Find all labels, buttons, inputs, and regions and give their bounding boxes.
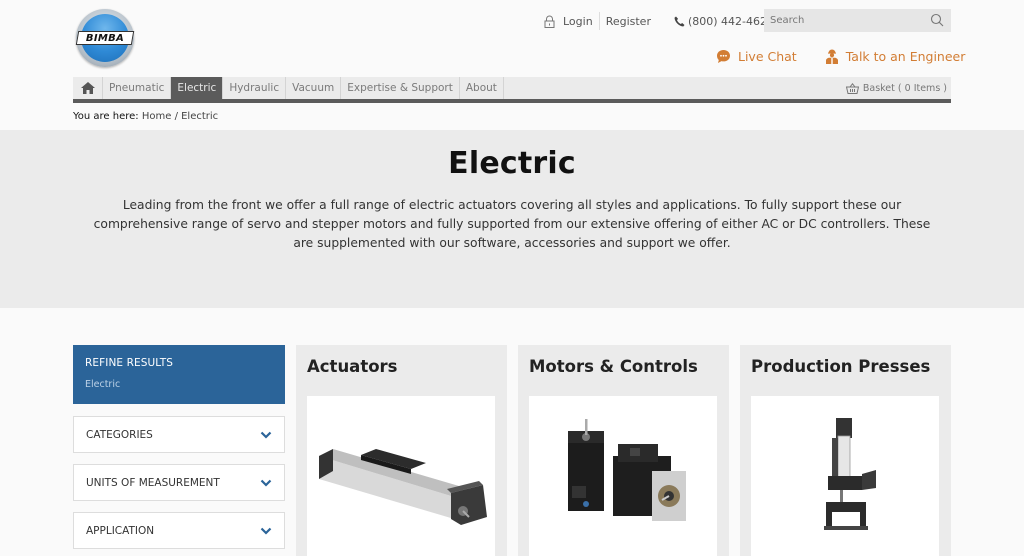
refine-title: REFINE RESULTS: [85, 357, 174, 369]
logo-circle: BIMBA: [75, 14, 135, 62]
engineer-icon: [825, 49, 838, 64]
card-title: Motors & Controls: [529, 357, 698, 376]
nav-tab-electric[interactable]: Electric: [171, 77, 224, 99]
basket-label: Basket ( 0 Items ): [862, 82, 947, 94]
logo-text: BIMBA: [85, 32, 125, 44]
category-card-motors-controls[interactable]: Motors & Controls: [518, 345, 729, 556]
help-links: Live Chat Talk to an Engineer: [716, 48, 965, 64]
search-icon[interactable]: [930, 13, 944, 27]
register-link[interactable]: Register: [606, 15, 651, 28]
login-link[interactable]: Login: [563, 15, 593, 28]
card-title: Actuators: [307, 357, 398, 376]
utility-bar: Login Register (800) 442-4622: [544, 12, 774, 30]
main-nav: Pneumatic Electric Hydraulic Vacuum Expe…: [73, 77, 951, 99]
lock-icon: [544, 15, 555, 28]
bimba-logo[interactable]: BIMBA: [75, 9, 135, 67]
basket-icon: [845, 82, 859, 94]
chat-bubble-icon: [717, 49, 730, 63]
search-input[interactable]: [770, 15, 920, 26]
servo-motors-image[interactable]: [529, 396, 717, 556]
filter-label: APPLICATION: [86, 524, 155, 537]
chevron-down-icon: [260, 527, 272, 535]
chevron-down-icon: [260, 479, 272, 487]
chevron-down-icon: [260, 431, 272, 439]
nav-home[interactable]: [73, 77, 103, 99]
nav-tab-hydraulic[interactable]: Hydraulic: [223, 77, 287, 99]
nav-underline: [73, 99, 951, 103]
filter-label: CATEGORIES: [86, 428, 153, 441]
filter-application[interactable]: APPLICATION: [73, 512, 285, 549]
breadcrumb-path[interactable]: Home / Electric: [142, 111, 218, 122]
hero-section: Electric Leading from the front we offer…: [0, 130, 1024, 308]
talk-engineer-link[interactable]: Talk to an Engineer: [825, 48, 966, 64]
breadcrumb: You are here: Home / Electric: [73, 111, 218, 122]
basket-link[interactable]: Basket ( 0 Items ): [845, 77, 951, 99]
refine-subtitle: Electric: [85, 379, 121, 390]
live-chat-label: Live Chat: [738, 48, 797, 64]
filter-label: UNITS OF MEASUREMENT: [86, 476, 220, 489]
phone-icon: [674, 16, 685, 26]
logo-band: BIMBA: [75, 31, 135, 45]
phone-number: (800) 442-4622: [687, 14, 775, 28]
page: BIMBA Login Register (800) 442-4622 Live…: [0, 0, 1024, 556]
nav-tab-expertise-support[interactable]: Expertise & Support: [341, 77, 460, 99]
card-title: Production Presses: [751, 357, 931, 376]
linear-actuator-image[interactable]: [307, 396, 495, 556]
filter-units-of-measurement[interactable]: UNITS OF MEASUREMENT: [73, 464, 285, 501]
breadcrumb-label: You are here:: [73, 111, 139, 122]
live-chat-link[interactable]: Live Chat: [716, 49, 797, 64]
category-card-actuators[interactable]: Actuators: [296, 345, 507, 556]
production-press-image[interactable]: [751, 396, 939, 556]
search-box: [764, 9, 951, 32]
motors-illustration: [568, 419, 686, 521]
phone-link[interactable]: (800) 442-4622: [674, 15, 774, 28]
filter-categories[interactable]: CATEGORIES: [73, 416, 285, 453]
page-description: Leading from the front we offer a full r…: [93, 198, 931, 250]
nav-tab-about[interactable]: About: [460, 77, 504, 99]
press-illustration: [824, 418, 876, 530]
home-icon: [80, 82, 95, 94]
nav-tab-pneumatic[interactable]: Pneumatic: [103, 77, 172, 99]
page-title: Electric: [448, 146, 576, 181]
nav-tab-vacuum[interactable]: Vacuum: [286, 77, 342, 99]
divider: [598, 12, 600, 30]
category-card-production-presses[interactable]: Production Presses: [740, 345, 951, 556]
actuator-illustration: [319, 449, 487, 525]
talk-engineer-label: Talk to an Engineer: [845, 48, 966, 64]
refine-results-panel: REFINE RESULTS Electric: [73, 345, 285, 404]
